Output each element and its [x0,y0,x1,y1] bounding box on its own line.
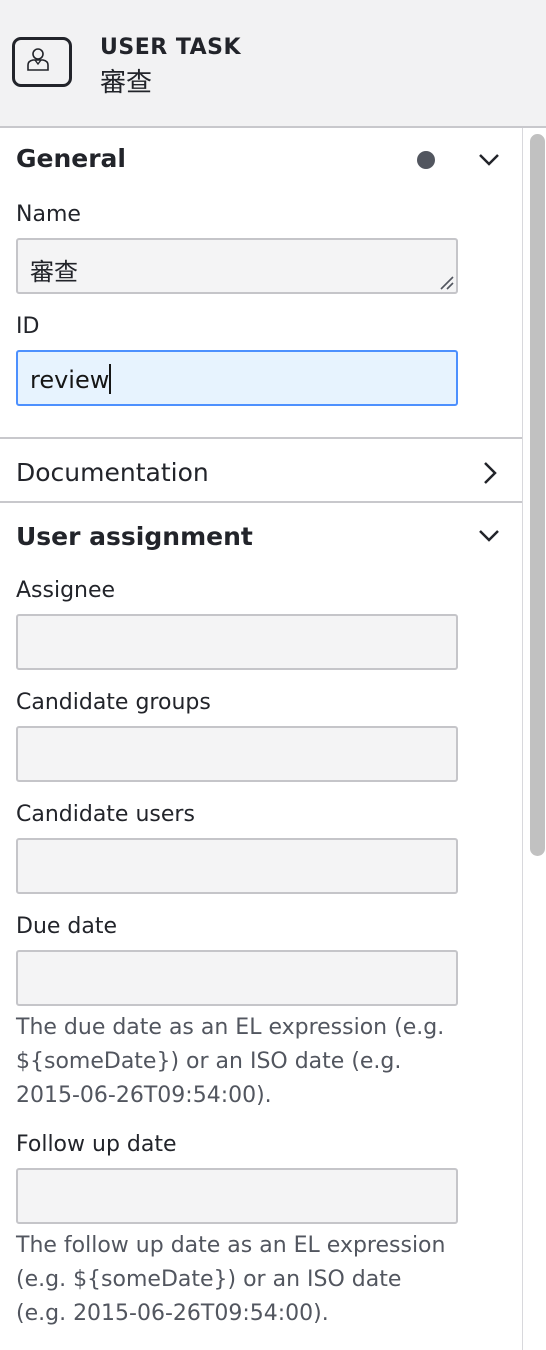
name-field[interactable]: 審查 [16,238,458,294]
name-field-value: 審查 [30,258,78,286]
scrollbar-thumb[interactable] [530,134,545,856]
resize-grip-icon[interactable] [438,274,454,290]
chevron-right-icon[interactable] [482,461,498,485]
due-date-field[interactable] [16,950,458,1006]
candidate-groups-field[interactable] [16,726,458,782]
group-title-documentation[interactable]: Documentation [16,458,209,487]
group-divider [0,501,522,503]
due-date-label: Due date [16,914,118,939]
group-divider [0,437,522,439]
element-name-label: 審查 [100,68,153,98]
candidate-users-label: Candidate users [16,802,195,827]
panel-content: General Name 審查 ID review Documentation … [0,128,523,1350]
chevron-down-icon[interactable] [478,528,500,544]
follow-up-date-field[interactable] [16,1168,458,1224]
candidate-groups-label: Candidate groups [16,690,211,715]
group-title-user-assignment[interactable]: User assignment [16,522,253,551]
group-title-general[interactable]: General [16,144,126,173]
id-field[interactable]: review [16,350,458,406]
id-field-value: review [30,366,110,394]
follow-up-date-description: The follow up date as an EL expression (… [16,1233,446,1326]
properties-panel: USER TASK 審查 General Name 審查 ID review D… [0,0,546,1350]
due-date-description: The due date as an EL expression (e.g. $… [16,1015,445,1108]
panel-header: USER TASK 審查 [0,0,546,128]
text-caret [109,364,112,394]
assignee-label: Assignee [16,578,116,603]
changed-indicator-dot [417,151,435,169]
chevron-down-icon[interactable] [478,152,500,168]
user-task-icon [12,37,72,87]
element-type-label: USER TASK [100,35,242,60]
name-label: Name [16,202,81,227]
follow-up-date-label: Follow up date [16,1132,177,1157]
assignee-field[interactable] [16,614,458,670]
id-label: ID [16,314,40,339]
candidate-users-field[interactable] [16,838,458,894]
